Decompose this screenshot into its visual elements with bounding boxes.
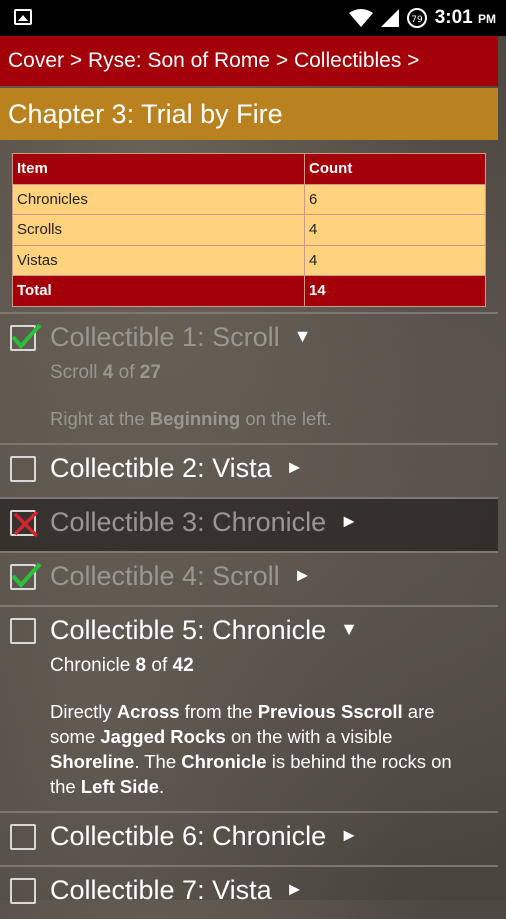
signal-icon	[380, 9, 399, 27]
collectible-description: Right at the Beginning on the left.	[50, 408, 332, 429]
collectible-item[interactable]: Collectible 4: Scroll ►	[0, 551, 498, 605]
checkbox-checked[interactable]	[10, 323, 42, 351]
checkbox-checked[interactable]	[10, 562, 42, 590]
summary-table: Item Count Chronicles 6 Scrolls 4 Vistas…	[12, 153, 486, 307]
header-count: Count	[304, 153, 486, 185]
image-notification-icon	[14, 9, 32, 25]
collectible-title[interactable]: Collectible 4: Scroll ►	[50, 561, 311, 592]
cell-count: 4	[304, 214, 486, 246]
expanded-arrow-icon[interactable]: ▼	[294, 326, 312, 347]
wifi-icon	[348, 9, 373, 27]
breadcrumb[interactable]: Cover > Ryse: Son of Rome > Collectibles…	[0, 36, 498, 86]
checkbox-unchecked[interactable]	[10, 456, 36, 482]
cell-item: Scrolls	[12, 214, 305, 246]
collectible-title[interactable]: Collectible 7: Vista ►	[50, 875, 303, 906]
clock: 3:01 PM	[434, 7, 496, 28]
table-header-row: Item Count	[12, 153, 486, 185]
collectible-item[interactable]: Collectible 6: Chronicle ►	[0, 811, 498, 865]
collectible-title[interactable]: Collectible 6: Chronicle ►	[50, 821, 358, 852]
collectible-item[interactable]: Collectible 5: Chronicle ▼ Chronicle 8 of…	[0, 605, 498, 811]
collectible-list: Collectible 1: Scroll ▼ Scroll 4 of 27 Ri…	[0, 312, 498, 919]
cell-total-label: Total	[12, 275, 305, 307]
cell-item: Vistas	[12, 244, 305, 276]
cell-count: 4	[304, 244, 486, 276]
collectible-title[interactable]: Collectible 2: Vista ►	[50, 453, 303, 484]
checkbox-unchecked[interactable]	[10, 878, 36, 904]
collapsed-arrow-icon[interactable]: ►	[294, 565, 312, 586]
checkbox-cross[interactable]	[10, 510, 39, 538]
cell-total-count: 14	[304, 275, 486, 307]
cell-item: Chronicles	[12, 183, 305, 215]
collectible-item[interactable]: Collectible 1: Scroll ▼ Scroll 4 of 27 Ri…	[0, 312, 498, 443]
collectible-title[interactable]: Collectible 5: Chronicle ▼	[50, 615, 358, 646]
cross-icon	[13, 510, 39, 538]
collectible-title[interactable]: Collectible 1: Scroll ▼	[50, 322, 311, 353]
expanded-arrow-icon[interactable]: ▼	[340, 619, 358, 640]
header-item: Item	[12, 153, 305, 185]
check-icon	[11, 562, 42, 588]
collectible-item[interactable]: Collectible 3: Chronicle ►	[0, 497, 498, 551]
checkbox-unchecked[interactable]	[10, 824, 36, 850]
table-total-row: Total 14	[12, 275, 486, 307]
table-row: Chronicles 6	[12, 183, 486, 215]
collapsed-arrow-icon[interactable]: ►	[286, 457, 304, 478]
svg-text:79: 79	[411, 15, 423, 25]
table-row: Vistas 4	[12, 244, 486, 276]
collectible-title[interactable]: Collectible 3: Chronicle ►	[50, 507, 358, 538]
battery-icon: 79	[406, 8, 427, 28]
checkbox-unchecked[interactable]	[10, 618, 36, 644]
collapsed-arrow-icon[interactable]: ►	[286, 879, 304, 900]
page-title: Chapter 3: Trial by Fire	[0, 88, 498, 140]
collectible-item[interactable]: Collectible 7: Vista ►	[0, 865, 498, 919]
collectible-description: Directly Across from the Previous Sscrol…	[50, 701, 452, 797]
status-bar: 79 3:01 PM	[0, 0, 506, 36]
check-icon	[11, 323, 42, 349]
cell-count: 6	[304, 183, 486, 215]
table-row: Scrolls 4	[12, 214, 486, 246]
collapsed-arrow-icon[interactable]: ►	[340, 825, 358, 846]
collapsed-arrow-icon[interactable]: ►	[340, 511, 358, 532]
collectible-item[interactable]: Collectible 2: Vista ►	[0, 443, 498, 497]
